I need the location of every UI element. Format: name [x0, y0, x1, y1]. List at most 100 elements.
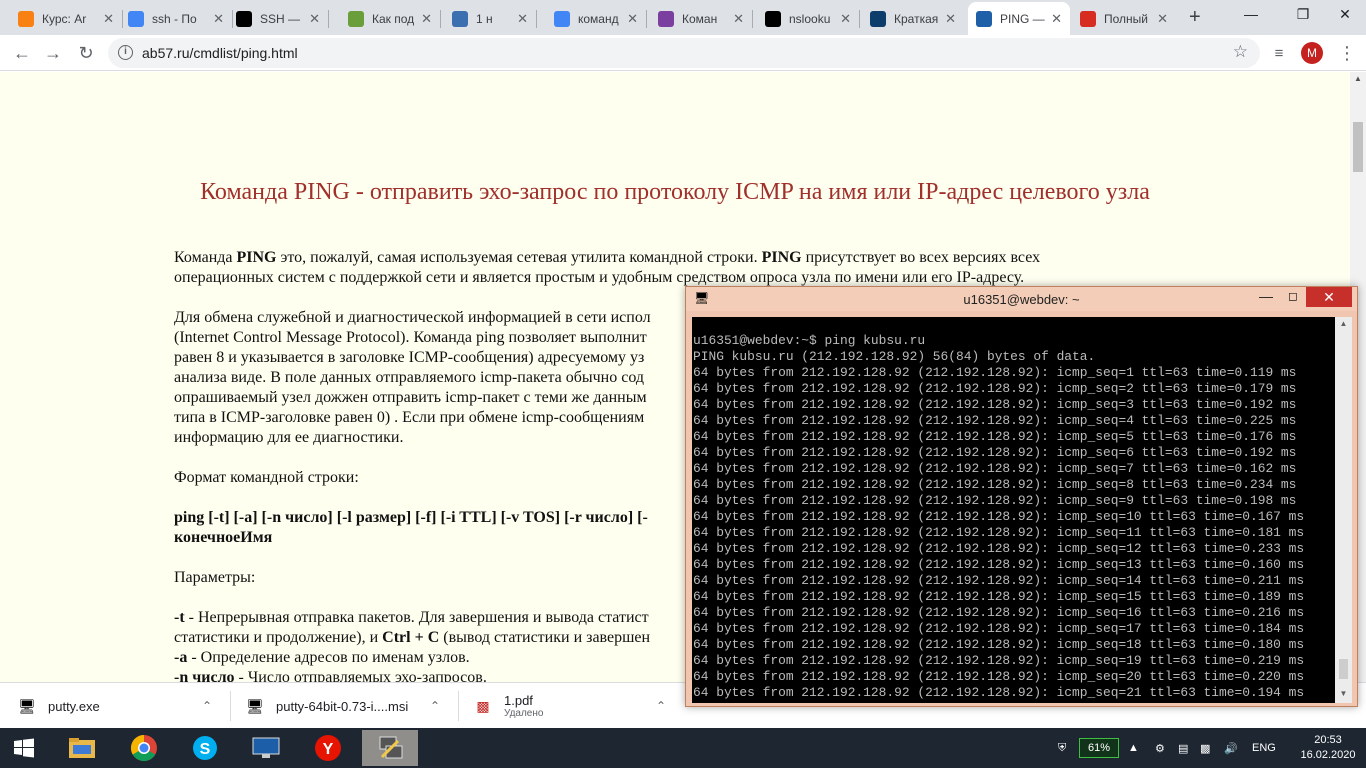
scroll-up-arrow-icon[interactable]: ▲ — [1335, 319, 1352, 328]
browser-tab[interactable]: ssh - По ✕ — [120, 2, 232, 35]
profile-avatar[interactable]: M — [1301, 42, 1323, 64]
windows-taskbar: S Y ⛨ 61% ▲ ⚙ ▤ ▩ 🔊 ENG 20:53 16.02.2020 — [0, 728, 1366, 768]
browser-tab[interactable]: SSH — ✕ — [228, 2, 328, 35]
description-paragraph: Для обмена служебной и диагностической и… — [174, 309, 651, 446]
address-bar[interactable]: i ab57.ru/cmdlist/ping.html ☆ — [108, 38, 1260, 68]
new-tab-button[interactable]: + — [1189, 6, 1201, 29]
volume-icon[interactable]: 🔊 — [1224, 728, 1238, 768]
svg-text:Y: Y — [323, 741, 334, 758]
tab-close-icon[interactable]: ✕ — [421, 11, 432, 27]
battery-indicator[interactable]: 61% — [1079, 738, 1119, 758]
browser-tab[interactable]: Коман ✕ — [650, 2, 752, 35]
browser-tab[interactable]: PING — ✕ — [968, 2, 1070, 35]
wikipedia-icon — [765, 10, 781, 27]
google-icon — [554, 10, 570, 27]
chevron-up-icon[interactable]: ⌃ — [656, 699, 666, 713]
browser-tab[interactable]: Курс: Ar ✕ — [10, 2, 122, 35]
page-title: Команда PING - отправить эхо-запрос по п… — [200, 179, 1150, 205]
site-info-icon[interactable]: i — [118, 45, 133, 60]
terminal-line: PING kubsu.ru (212.192.128.92) 56(84) by… — [693, 349, 1096, 364]
chevron-up-icon[interactable]: ⌃ — [202, 699, 212, 713]
terminal-line: 64 bytes from 212.192.128.92 (212.192.12… — [693, 541, 1305, 556]
start-button[interactable] — [2, 730, 46, 766]
tab-close-icon[interactable]: ✕ — [213, 11, 224, 27]
download-item-putty-exe[interactable]: 🖥 putty.exe ⌃ — [18, 683, 228, 729]
tab-close-icon[interactable]: ✕ — [309, 11, 320, 27]
tab-close-icon[interactable]: ✕ — [627, 11, 638, 27]
browser-toolbar: ← → ↻ i ab57.ru/cmdlist/ping.html ☆ ≡ M … — [0, 35, 1366, 71]
minimize-button[interactable]: — — [1228, 0, 1274, 28]
wifi-signal-icon[interactable]: ▩ — [1200, 728, 1210, 768]
tab-close-icon[interactable]: ✕ — [517, 11, 528, 27]
putty-maximize-button[interactable]: ◻ — [1283, 289, 1303, 303]
terminal-line: 64 bytes from 212.192.128.92 (212.192.12… — [693, 445, 1297, 460]
tab-close-icon[interactable]: ✕ — [1051, 11, 1062, 27]
bookmark-star-icon[interactable]: ☆ — [1233, 42, 1248, 62]
network-icon[interactable]: ▤ — [1178, 728, 1188, 768]
tab-close-icon[interactable]: ✕ — [840, 11, 851, 27]
file-explorer-icon[interactable] — [60, 730, 104, 766]
star-icon — [1080, 10, 1096, 27]
wikipedia-icon — [236, 10, 252, 27]
vk-icon — [452, 10, 468, 27]
google-icon — [128, 10, 144, 27]
terminal-line: 64 bytes from 212.192.128.92 (212.192.12… — [693, 685, 1305, 700]
browser-tab[interactable]: Как под ✕ — [340, 2, 440, 35]
svg-text:S: S — [200, 741, 211, 758]
scroll-down-arrow-icon[interactable]: ▼ — [1335, 689, 1352, 698]
yandex-browser-icon[interactable]: Y — [306, 730, 350, 766]
chrome-icon[interactable] — [122, 730, 166, 766]
menu-dots-icon[interactable]: ⋮ — [1334, 40, 1360, 66]
browser-tab[interactable]: nslooku ✕ — [757, 2, 859, 35]
clock[interactable]: 20:53 16.02.2020 — [1293, 733, 1363, 763]
language-indicator[interactable]: ENG — [1252, 728, 1276, 768]
browser-tabstrip: Курс: Ar ✕ ssh - По ✕ SSH — ✕ Как под ✕ 1 н ✕ ком… — [0, 0, 1366, 35]
terminal-line: 64 bytes from 212.192.128.92 (212.192.12… — [693, 509, 1305, 524]
tab-title: ssh - По — [152, 11, 197, 26]
tab-close-icon[interactable]: ✕ — [945, 11, 956, 27]
scrollbar-thumb[interactable] — [1353, 122, 1363, 172]
tray-expand-icon[interactable]: ▲ — [1128, 728, 1139, 768]
download-item-pdf[interactable]: ▩ 1.pdf Удалено ⌃ — [474, 683, 684, 729]
windows-logo-icon — [14, 738, 34, 758]
terminal-line: 64 bytes from 212.192.128.92 (212.192.12… — [693, 381, 1297, 396]
skype-icon[interactable]: S — [183, 730, 227, 766]
putty-file-icon: 🖥 — [18, 697, 36, 714]
chevron-up-icon[interactable]: ⌃ — [430, 699, 440, 713]
putty-close-button[interactable]: ✕ — [1306, 287, 1352, 307]
leaf-icon — [348, 10, 364, 27]
terminal-scrollbar-thumb[interactable] — [1339, 659, 1348, 679]
putty-taskbar-icon[interactable] — [362, 730, 418, 766]
download-item-putty-msi[interactable]: 🖥 putty-64bit-0.73-i....msi ⌃ — [246, 683, 456, 729]
address-url[interactable]: ab57.ru/cmdlist/ping.html — [142, 45, 298, 61]
putty-minimize-button[interactable]: — — [1256, 288, 1276, 304]
tab-title: nslooku — [789, 11, 831, 26]
close-window-button[interactable]: ✕ — [1322, 0, 1366, 28]
terminal-scrollbar[interactable]: ▲ ▼ — [1335, 317, 1352, 703]
terminal-line: 64 bytes from 212.192.128.92 (212.192.12… — [693, 429, 1297, 444]
browser-tab[interactable]: Краткая ✕ — [862, 2, 964, 35]
tab-close-icon[interactable]: ✕ — [1157, 11, 1168, 27]
lenovo-app-icon[interactable] — [244, 730, 288, 766]
tab-close-icon[interactable]: ✕ — [103, 11, 114, 27]
tab-title: 1 н — [476, 11, 493, 26]
terminal-line: 64 bytes from 212.192.128.92 (212.192.12… — [693, 557, 1305, 572]
putty-titlebar[interactable]: 🖥 u16351@webdev: ~ — ◻ ✕ — [686, 287, 1357, 311]
tab-close-icon[interactable]: ✕ — [733, 11, 744, 27]
media-queue-icon[interactable]: ≡ — [1266, 40, 1292, 66]
back-arrow-icon[interactable]: ← — [9, 40, 35, 66]
forward-arrow-icon[interactable]: → — [40, 40, 66, 66]
putty-window[interactable]: 🖥 u16351@webdev: ~ — ◻ ✕ u16351@webdev:~… — [685, 286, 1358, 707]
terminal-output[interactable]: u16351@webdev:~$ ping kubsu.ru PING kubsu… — [692, 317, 1335, 703]
browser-tab[interactable]: 1 н ✕ — [444, 2, 536, 35]
usb-icon[interactable]: ⚙ — [1155, 728, 1165, 768]
tab-title: Курс: Ar — [42, 11, 87, 26]
reload-icon[interactable]: ↻ — [73, 40, 99, 66]
browser-tab[interactable]: Полный ✕ — [1072, 2, 1176, 35]
format-label: Формат командной строки: — [174, 469, 359, 486]
shield-icon[interactable]: ⛨ — [1058, 728, 1066, 768]
restore-button[interactable]: ❐ — [1280, 0, 1326, 28]
browser-tab[interactable]: команд ✕ — [546, 2, 646, 35]
tab-title: Как под — [372, 11, 415, 26]
scroll-up-arrow-icon[interactable]: ▲ — [1350, 74, 1366, 83]
